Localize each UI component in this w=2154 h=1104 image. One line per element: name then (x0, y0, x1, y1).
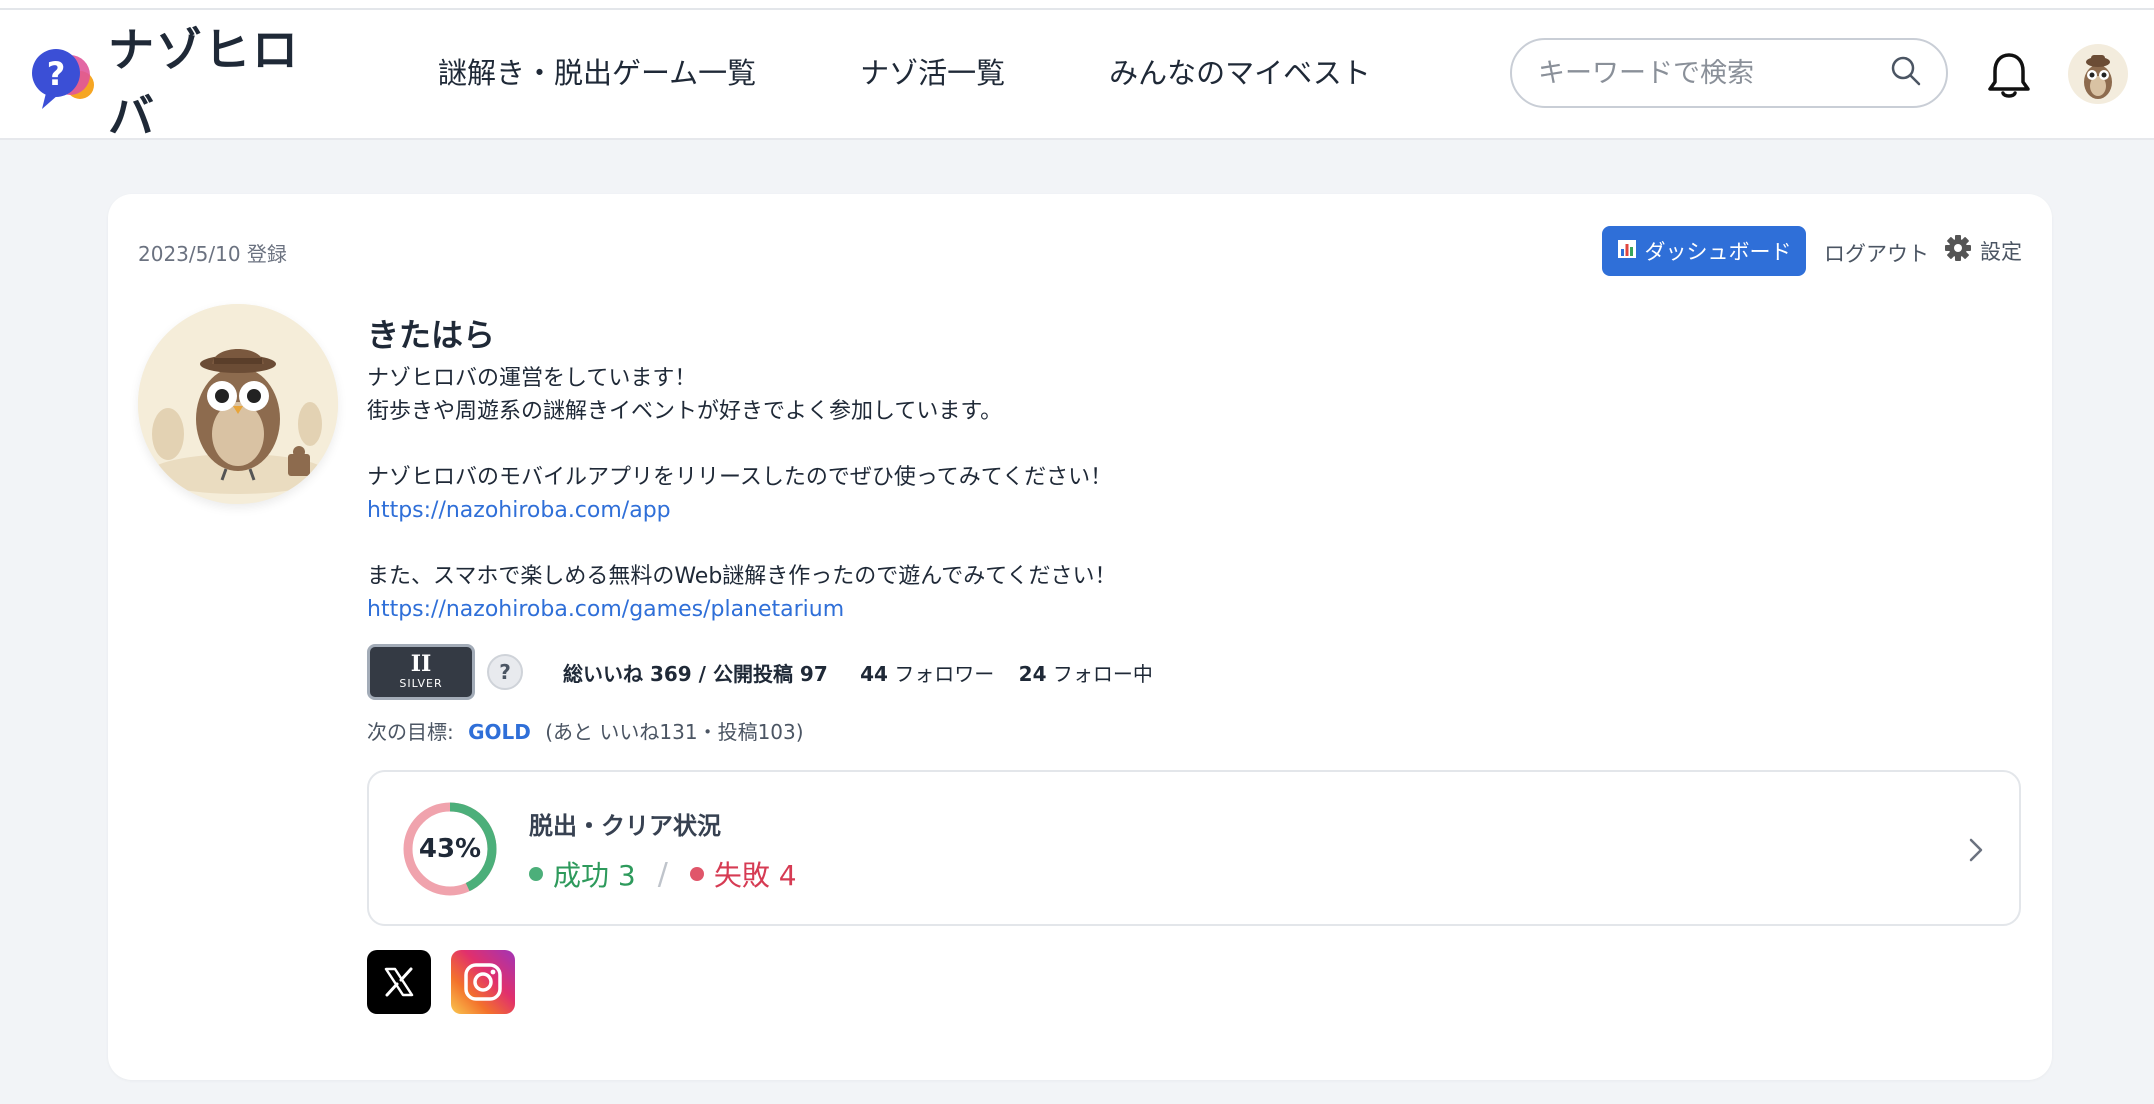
search-input[interactable] (1536, 56, 1890, 90)
instagram-icon[interactable] (451, 950, 515, 1014)
clear-percent: 43% (418, 834, 482, 864)
logo-mark-icon: ? (28, 45, 100, 115)
logo-text: ナゾヒロバ (108, 23, 300, 143)
gear-icon (1944, 234, 1972, 267)
rank-label: SILVER (399, 677, 443, 690)
planetarium-link[interactable]: https://nazohiroba.com/games/planetarium (367, 597, 844, 622)
next-goal-remaining: (あと いいね131・投稿103) (545, 720, 804, 744)
followers-count: 44 (860, 661, 888, 686)
count-separator: / (657, 856, 668, 892)
site-header: ? ナゾヒロバ 謎解き・脱出ゲーム一覧 ナゾ活一覧 みんなのマイベスト (0, 10, 2154, 143)
user-bio: ナゾヒロバの運営をしています！ 街歩きや周遊系の謎解きイベントが好きでよく参加し… (367, 362, 1267, 626)
followers-label: フォロワー (894, 661, 995, 686)
registration-date: 2023/5/10 登録 (138, 242, 287, 266)
bio-line (367, 428, 1267, 461)
user-stats: 総いいね 369 / 公開投稿 97 44 フォロワー 24 フォロー中 (563, 658, 1153, 687)
profile-card: 2023/5/10 登録 ダッシュボード ログアウト 設定 きたはら ナゾヒロバ… (108, 194, 2052, 1080)
dashboard-label: ダッシュボード (1644, 240, 1792, 264)
chevron-right-icon[interactable] (1965, 830, 1989, 870)
rank-help-button[interactable]: ? (487, 654, 523, 690)
bar-chart-icon (1617, 239, 1637, 264)
bio-line: ナゾヒロバの運営をしています！ (367, 366, 697, 391)
next-goal-target: GOLD (468, 720, 531, 744)
followers-link[interactable]: 44 フォロワー (860, 662, 994, 686)
nav-nazokatsu-list[interactable]: ナゾ活一覧 (860, 50, 1005, 92)
app-link[interactable]: https://nazohiroba.com/app (367, 498, 671, 523)
settings-label: 設定 (1980, 239, 2022, 264)
main-nav: 謎解き・脱出ゲーム一覧 ナゾ活一覧 みんなのマイベスト (438, 50, 1475, 92)
header-avatar[interactable] (2068, 44, 2128, 104)
logout-link[interactable]: ログアウト (1824, 238, 1929, 268)
next-goal-prefix: 次の目標: (367, 720, 454, 744)
dashboard-button[interactable]: ダッシュボード (1602, 226, 1806, 276)
top-border (0, 0, 2154, 10)
success-count: 成功 3 (529, 854, 636, 894)
clear-counts: 成功 3 / 失敗 4 (529, 854, 797, 894)
clear-status-title: 脱出・クリア状況 (529, 812, 721, 840)
search-box (1510, 38, 1948, 108)
search-icon[interactable] (1890, 55, 1922, 91)
clear-status-card[interactable]: 43% 脱出・クリア状況 成功 3 / 失敗 4 (367, 770, 2021, 926)
fail-count: 失敗 4 (689, 854, 797, 894)
rank-level: II (410, 651, 432, 677)
following-count: 24 (1018, 661, 1047, 686)
fail-label: 失敗 4 (713, 859, 797, 892)
next-goal: 次の目標: GOLD (あと いいね131・投稿103) (367, 716, 804, 745)
rank-badge[interactable]: II SILVER (367, 644, 475, 700)
nav-game-list[interactable]: 謎解き・脱出ゲーム一覧 (438, 50, 756, 92)
svg-text:?: ? (47, 55, 66, 93)
bio-line: 街歩きや周遊系の謎解きイベントが好きでよく参加しています。 (367, 399, 1003, 424)
success-label: 成功 3 (553, 859, 636, 892)
bio-line: ナゾヒロバのモバイルアプリをリリースしたのでぜひ使ってみてください！ (367, 465, 1113, 490)
bio-line (367, 527, 1267, 560)
settings-link[interactable]: 設定 (1944, 234, 2022, 267)
user-name: きたはら (367, 316, 496, 354)
following-label: フォロー中 (1052, 661, 1153, 686)
site-logo[interactable]: ? ナゾヒロバ (28, 23, 308, 143)
likes-posts-stat: 総いいね 369 / 公開投稿 97 (563, 661, 828, 686)
rank-row: II SILVER ? 総いいね 369 / 公開投稿 97 44 フォロワー … (367, 644, 1153, 700)
bio-line: また、スマホで楽しめる無料のWeb謎解き作ったので遊んでみてください！ (367, 564, 1117, 589)
bell-icon[interactable] (1986, 50, 2032, 100)
following-link[interactable]: 24 フォロー中 (1019, 662, 1153, 686)
x-logo-icon[interactable] (367, 950, 431, 1014)
profile-avatar (138, 304, 338, 504)
nav-my-best[interactable]: みんなのマイベスト (1109, 50, 1371, 92)
fail-dot-icon (689, 867, 704, 881)
success-dot-icon (529, 867, 543, 881)
